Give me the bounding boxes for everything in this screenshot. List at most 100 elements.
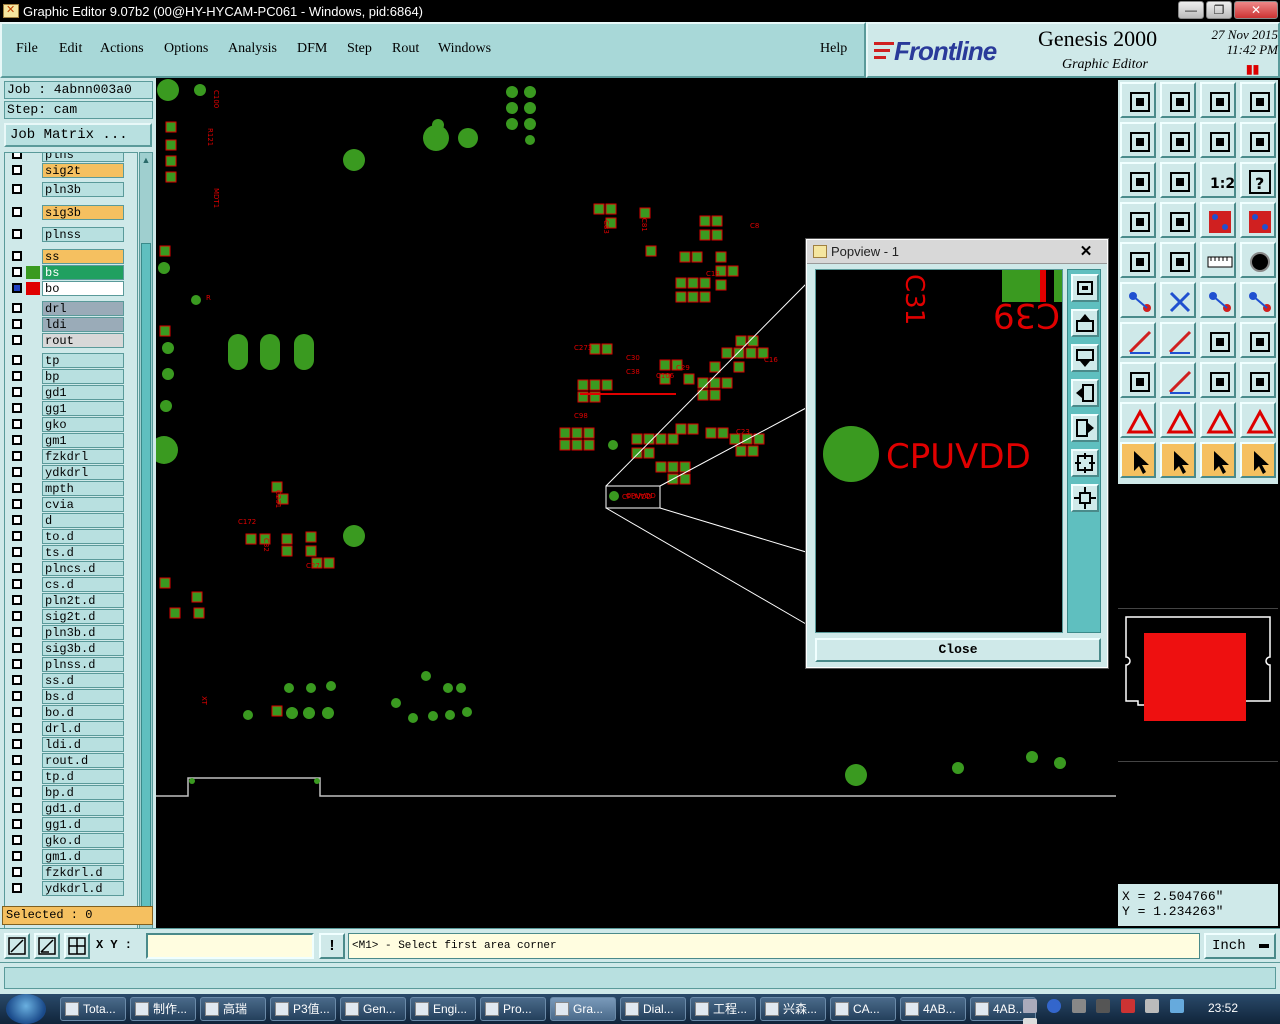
layer-name[interactable]: pln3b.d	[42, 625, 124, 640]
zoom-previous-button[interactable]	[1240, 122, 1276, 158]
layer-row-pln2t-d[interactable]: pln2t.d	[5, 593, 137, 608]
layer-name[interactable]: mpth	[42, 481, 124, 496]
menu-actions[interactable]: Actions	[100, 41, 144, 57]
triangle-d-button[interactable]	[1240, 402, 1276, 438]
layer-row-gd1[interactable]: gd1	[5, 385, 137, 400]
layer-checkbox[interactable]	[12, 387, 22, 397]
taskbar-item[interactable]: 4AB...	[900, 997, 966, 1021]
triangle-b-button[interactable]	[1160, 402, 1196, 438]
layer-row-gm1-d[interactable]: gm1.d	[5, 849, 137, 864]
taskbar-item[interactable]: 兴森...	[760, 997, 826, 1021]
layer-name[interactable]: rout	[42, 333, 124, 348]
layer-name[interactable]: bo.d	[42, 705, 124, 720]
network-icon[interactable]	[1145, 999, 1160, 1013]
layer-row-bp[interactable]: bp	[5, 369, 137, 384]
popview-zoom-view[interactable]: C39 C31 CPUVDD	[816, 270, 1063, 633]
layer-row-to-d[interactable]: to.d	[5, 529, 137, 544]
layer-checkbox[interactable]	[12, 499, 22, 509]
volume-icon[interactable]	[1169, 999, 1184, 1013]
layer-checkbox[interactable]	[12, 659, 22, 669]
app-tray-icon[interactable]	[1120, 999, 1135, 1013]
layer-row-cvia[interactable]: cvia	[5, 497, 137, 512]
warning-button[interactable]: !	[319, 933, 345, 959]
layer-name[interactable]: gm1.d	[42, 849, 124, 864]
layer-row-bs-d[interactable]: bs.d	[5, 689, 137, 704]
layer-name[interactable]: pln2t.d	[42, 593, 124, 608]
triangle-a-button[interactable]	[1120, 402, 1156, 438]
xy-input[interactable]	[146, 933, 314, 959]
popview-right-button[interactable]	[1071, 414, 1099, 442]
pointer-c-button[interactable]	[1200, 442, 1236, 478]
layer-name[interactable]: gg1.d	[42, 817, 124, 832]
start-button[interactable]	[6, 994, 46, 1024]
popview-down-button[interactable]	[1071, 344, 1099, 372]
line-b-button[interactable]	[1160, 322, 1196, 358]
overview-viewport[interactable]	[1144, 633, 1246, 721]
layer-row-sig3b[interactable]: sig3b	[5, 205, 137, 220]
arrows-icon[interactable]	[1071, 999, 1086, 1013]
layer-row-pln3b-d[interactable]: pln3b.d	[5, 625, 137, 640]
layer-row-gko[interactable]: gko	[5, 417, 137, 432]
net-select-button[interactable]	[1120, 282, 1156, 318]
layer-checkbox[interactable]	[12, 595, 22, 605]
stop-button[interactable]	[1240, 242, 1276, 278]
layer-name[interactable]: plnss.d	[42, 657, 124, 672]
layer-checkbox[interactable]	[12, 771, 22, 781]
menu-help[interactable]: Help	[820, 41, 847, 57]
layer-name[interactable]: gd1.d	[42, 801, 124, 816]
layer-checkbox[interactable]	[12, 787, 22, 797]
keyboard-icon[interactable]	[1023, 999, 1037, 1013]
layer-checkbox[interactable]	[12, 851, 22, 861]
connect-a-button[interactable]	[1200, 282, 1236, 318]
taskbar-item[interactable]: 高瑞	[200, 997, 266, 1021]
layer-checkbox[interactable]	[12, 803, 22, 813]
pan-right-button[interactable]	[1160, 122, 1196, 158]
pointer-button[interactable]	[1120, 442, 1156, 478]
layer-checkbox[interactable]	[12, 435, 22, 445]
popview-left-button[interactable]	[1071, 379, 1099, 407]
pointer-b-button[interactable]	[1160, 442, 1196, 478]
layer-checkbox[interactable]	[12, 283, 22, 293]
zoom-center-button[interactable]	[1160, 162, 1196, 198]
scroll-up-icon[interactable]: ▲	[141, 155, 151, 167]
dimension-button[interactable]	[1200, 362, 1236, 398]
layer-row-plnss[interactable]: plnss	[5, 227, 137, 242]
layer-checkbox[interactable]	[12, 611, 22, 621]
layer-name[interactable]: gm1	[42, 433, 124, 448]
layer-row-bp-d[interactable]: bp.d	[5, 785, 137, 800]
menu-rout[interactable]: Rout	[392, 41, 419, 57]
layer-name[interactable]: ydkdrl	[42, 465, 124, 480]
popview-close-button[interactable]: Close	[815, 638, 1101, 662]
add-line-button[interactable]	[1160, 242, 1196, 278]
grid-button[interactable]	[64, 933, 90, 959]
layer-row-rout[interactable]: rout	[5, 333, 137, 348]
layer-name[interactable]: ts.d	[42, 545, 124, 560]
layer-checkbox[interactable]	[12, 755, 22, 765]
connect-b-button[interactable]	[1240, 282, 1276, 318]
layer-name[interactable]: cs.d	[42, 577, 124, 592]
scroll-thumb[interactable]	[141, 243, 151, 923]
layer-checkbox[interactable]	[12, 165, 22, 175]
slash-line-button[interactable]	[1160, 362, 1196, 398]
layer-checkbox[interactable]	[12, 883, 22, 893]
layer-row-bs[interactable]: bs	[5, 265, 137, 280]
taskbar-item[interactable]: Pro...	[480, 997, 546, 1021]
line-a-button[interactable]	[1120, 322, 1156, 358]
layer-colors-button[interactable]	[1200, 202, 1236, 238]
layer-row-bo[interactable]: bo	[5, 281, 137, 296]
tray-expand-icon[interactable]	[1096, 999, 1111, 1013]
pan-left-button[interactable]	[1120, 122, 1156, 158]
layer-checkbox[interactable]	[12, 207, 22, 217]
layer-checkbox[interactable]	[12, 819, 22, 829]
layer-row-tp[interactable]: tp	[5, 353, 137, 368]
layer-checkbox[interactable]	[12, 451, 22, 461]
layer-checkbox[interactable]	[12, 419, 22, 429]
layer-name[interactable]: drl.d	[42, 721, 124, 736]
board-overview[interactable]	[1118, 608, 1278, 762]
taskbar-item[interactable]: Gen...	[340, 997, 406, 1021]
layer-checkbox[interactable]	[12, 723, 22, 733]
layer-row-sig2t-d[interactable]: sig2t.d	[5, 609, 137, 624]
layer-row-cs-d[interactable]: cs.d	[5, 577, 137, 592]
layer-name[interactable]: plncs.d	[42, 561, 124, 576]
taskbar-item[interactable]: Gra...	[550, 997, 616, 1021]
